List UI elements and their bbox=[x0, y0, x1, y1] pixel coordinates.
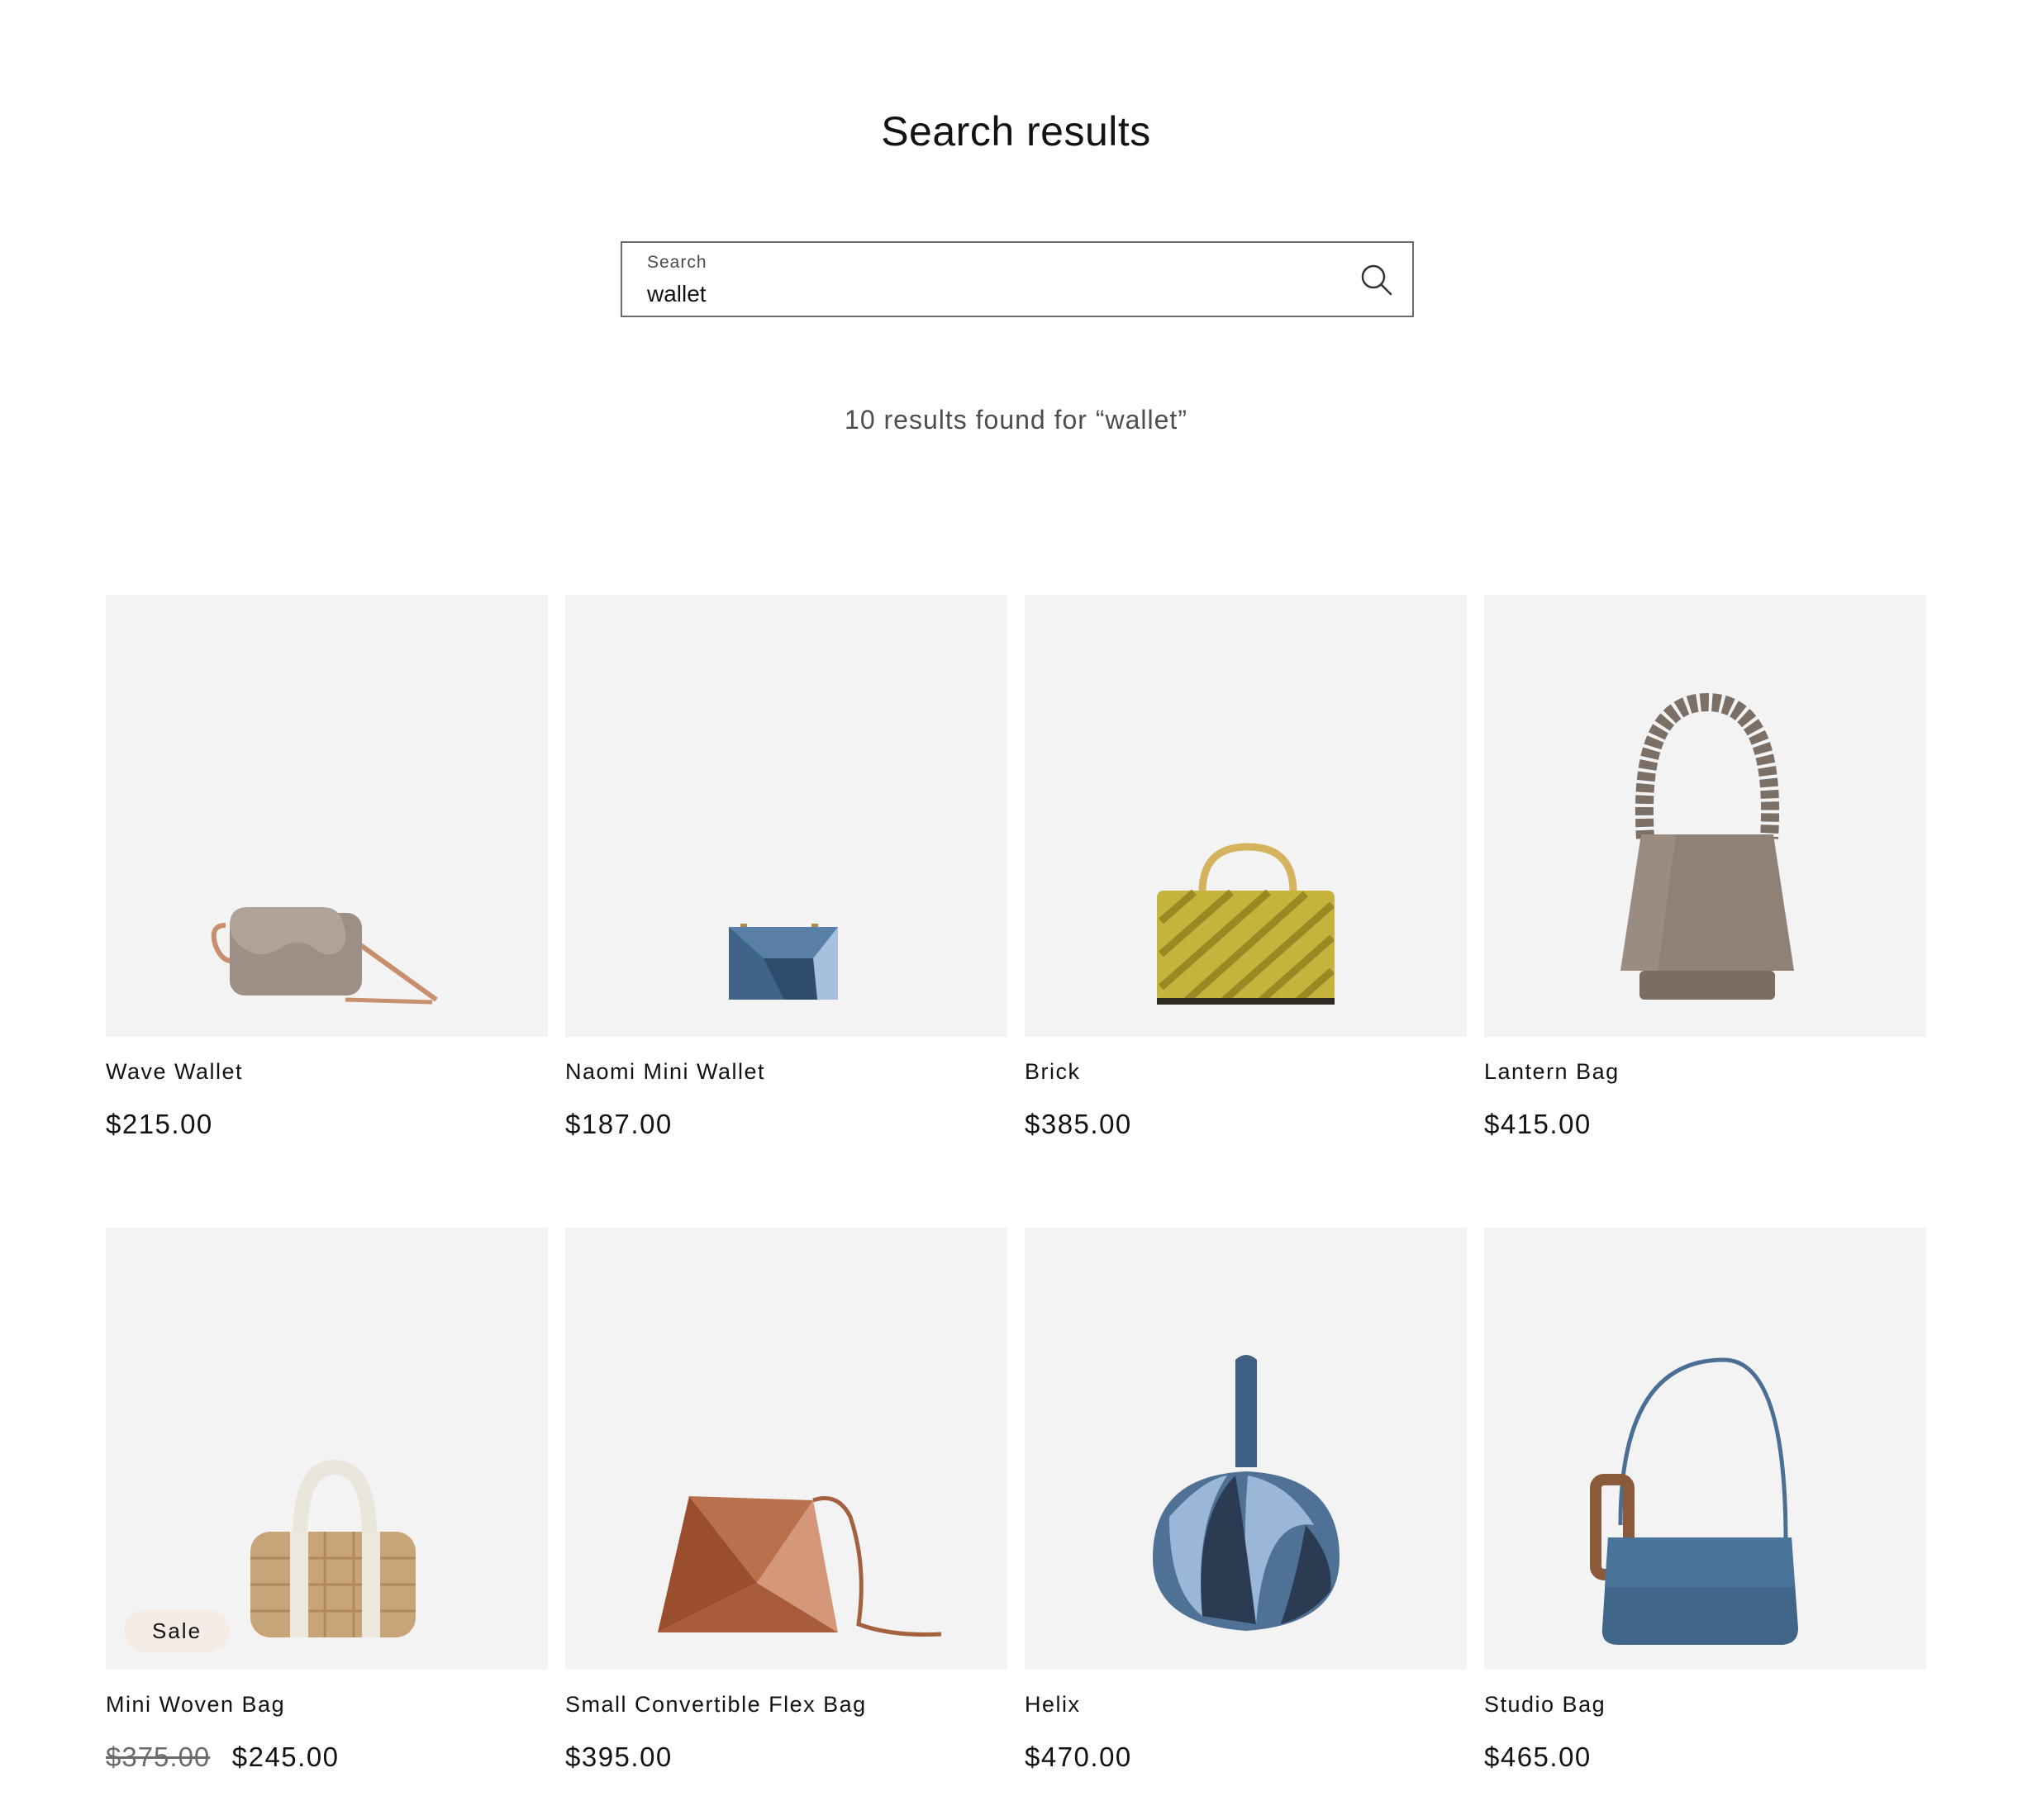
product-price: $187.00 bbox=[565, 1109, 673, 1140]
product-name[interactable]: Small Convertible Flex Bag bbox=[565, 1692, 867, 1718]
search-icon[interactable] bbox=[1358, 261, 1396, 299]
product-card[interactable]: Naomi Mini Wallet $187.00 bbox=[565, 595, 1007, 1139]
product-card[interactable]: Studio Bag $465.00 bbox=[1484, 1228, 1926, 1772]
product-card[interactable]: Wave Wallet $215.00 bbox=[106, 595, 548, 1139]
naomi-mini-wallet-image[interactable] bbox=[565, 595, 1007, 1037]
product-card[interactable]: Sale Mini Woven Bag $375.00 $245.00 bbox=[106, 1228, 548, 1772]
page-title: Search results bbox=[881, 108, 1151, 154]
product-price: $395.00 bbox=[565, 1742, 673, 1773]
wave-wallet-image[interactable] bbox=[106, 595, 548, 1037]
price-value: $385.00 bbox=[1025, 1109, 1132, 1139]
sale-price: $245.00 bbox=[231, 1742, 340, 1772]
product-name[interactable]: Lantern Bag bbox=[1484, 1059, 1620, 1085]
price-value: $415.00 bbox=[1484, 1109, 1592, 1139]
product-card[interactable]: Small Convertible Flex Bag $395.00 bbox=[565, 1228, 1007, 1772]
product-card[interactable]: Brick $385.00 bbox=[1025, 595, 1467, 1139]
product-name[interactable]: Wave Wallet bbox=[106, 1059, 243, 1085]
price-value: $395.00 bbox=[565, 1742, 673, 1772]
price-value: $187.00 bbox=[565, 1109, 673, 1139]
product-price: $470.00 bbox=[1025, 1742, 1132, 1773]
mini-woven-bag-image[interactable]: Sale bbox=[106, 1228, 548, 1670]
price-value: $215.00 bbox=[106, 1109, 213, 1139]
results-summary: 10 results found for “wallet” bbox=[845, 405, 1187, 435]
lantern-bag-image[interactable] bbox=[1484, 595, 1926, 1037]
flex-bag-image[interactable] bbox=[565, 1228, 1007, 1670]
search-input[interactable] bbox=[647, 281, 1325, 307]
sale-badge: Sale bbox=[124, 1609, 231, 1652]
product-price: $375.00 $245.00 bbox=[106, 1742, 340, 1773]
product-price: $215.00 bbox=[106, 1109, 213, 1140]
compare-at-price: $375.00 bbox=[106, 1742, 211, 1772]
product-name[interactable]: Naomi Mini Wallet bbox=[565, 1059, 765, 1085]
product-name[interactable]: Helix bbox=[1025, 1692, 1081, 1718]
product-price: $385.00 bbox=[1025, 1109, 1132, 1140]
product-card[interactable]: Lantern Bag $415.00 bbox=[1484, 595, 1926, 1139]
price-value: $470.00 bbox=[1025, 1742, 1132, 1772]
product-price: $415.00 bbox=[1484, 1109, 1592, 1140]
product-name[interactable]: Mini Woven Bag bbox=[106, 1692, 285, 1718]
product-name[interactable]: Studio Bag bbox=[1484, 1692, 1606, 1718]
product-card[interactable]: Helix $470.00 bbox=[1025, 1228, 1467, 1772]
brick-bag-image[interactable] bbox=[1025, 595, 1467, 1037]
search-field[interactable]: Search bbox=[621, 241, 1414, 317]
studio-bag-image[interactable] bbox=[1484, 1228, 1926, 1670]
product-price: $465.00 bbox=[1484, 1742, 1592, 1773]
product-name[interactable]: Brick bbox=[1025, 1059, 1081, 1085]
search-label: Search bbox=[647, 253, 707, 272]
helix-bag-image[interactable] bbox=[1025, 1228, 1467, 1670]
price-value: $465.00 bbox=[1484, 1742, 1592, 1772]
